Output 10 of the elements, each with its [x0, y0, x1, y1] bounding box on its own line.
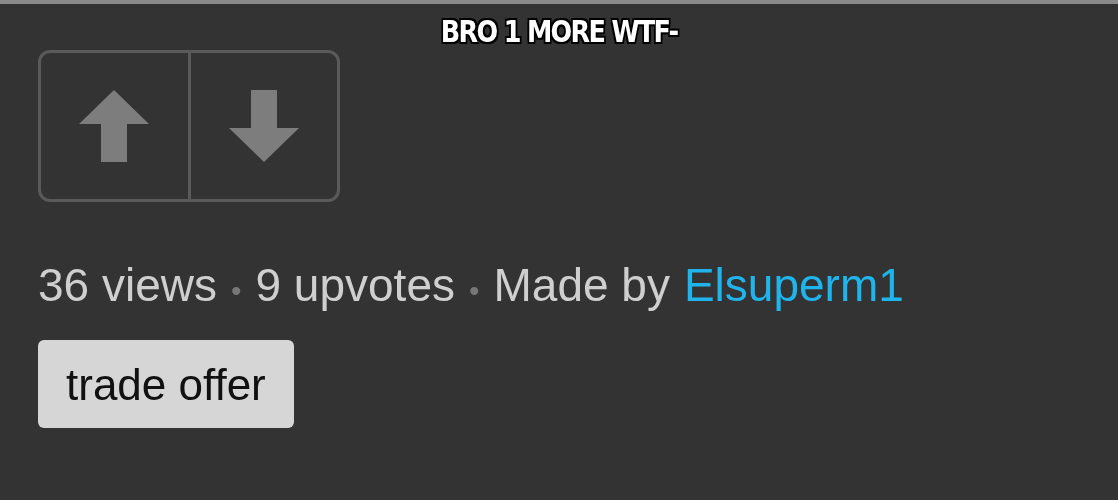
- separator-dot: •: [230, 274, 242, 308]
- stat-text: 9 upvotes: [255, 258, 455, 312]
- separator-dot: •: [468, 274, 480, 308]
- author-link[interactable]: Elsuperm1: [683, 258, 904, 312]
- tag-button[interactable]: trade offer: [38, 340, 294, 428]
- stat-text: Made by: [493, 258, 670, 312]
- down-arrow-icon: [228, 90, 299, 162]
- stat-text: 36 views: [38, 258, 217, 312]
- meme-caption: BRO 1 MORE WTF-: [440, 14, 678, 49]
- up-arrow-icon: [79, 90, 150, 162]
